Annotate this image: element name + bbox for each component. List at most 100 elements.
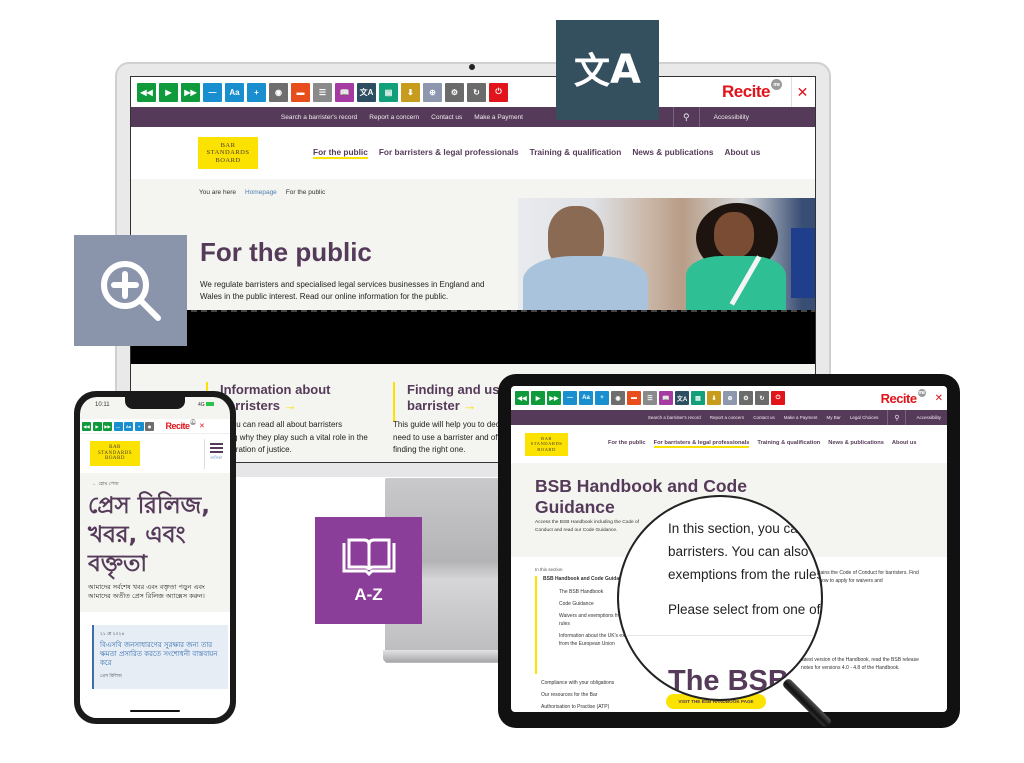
utility-link[interactable]: Report a concern xyxy=(369,114,419,121)
screen-mask-icon[interactable]: ☰ xyxy=(313,82,332,102)
recite-logo: Recite me xyxy=(165,419,196,431)
dictionary-icon[interactable]: 📖 xyxy=(335,82,354,102)
utility-link[interactable]: Contact us xyxy=(431,114,462,121)
woman-face xyxy=(714,212,754,258)
utility-link[interactable]: Search a barrister's record xyxy=(281,114,357,121)
nav-news[interactable]: News & publications xyxy=(828,440,884,448)
download-icon[interactable]: ⬇ xyxy=(707,391,721,405)
nav-for-barristers[interactable]: For barristers & legal professionals xyxy=(379,147,519,159)
reset-icon[interactable]: ↻ xyxy=(467,82,486,102)
download-icon[interactable]: ⬇ xyxy=(401,82,420,102)
breadcrumb: You are here Homepage For the public xyxy=(199,189,325,196)
phone-device: 10:11 4G ◀◀ ▶ ▶▶ — Aa + ◉ Recite me ✕ BAR STANDA… xyxy=(74,391,236,724)
nav-about[interactable]: About us xyxy=(724,147,760,159)
close-toolbar-button[interactable]: ✕ xyxy=(935,393,943,404)
font-icon[interactable]: Aa xyxy=(579,391,593,405)
settings-icon[interactable]: ⚙ xyxy=(445,82,464,102)
tablet-utility-bar: Search a barrister's record Report a con… xyxy=(511,410,947,425)
accessibility-link[interactable]: Accessibility xyxy=(714,114,749,121)
close-toolbar-button[interactable]: ✕ xyxy=(199,422,205,430)
phone-page-title: প্রেস রিলিজ, খবর, এবং বক্তৃতা xyxy=(88,493,210,577)
bsb-logo[interactable]: BAR STANDARDS BOARD xyxy=(198,137,258,169)
recite-toolbar: ◀◀ ▶ ▶▶ — Aa + ◉ ▬ ☰ 📖 文A ▤ ⬇ ⊕ ⚙ ↻ ⏻ Recite me ✕ xyxy=(131,77,815,107)
nav-for-the-public[interactable]: For the public xyxy=(313,147,368,159)
rewind-icon[interactable]: ◀◀ xyxy=(82,421,91,431)
rewind-icon[interactable]: ◀◀ xyxy=(515,391,529,405)
rewind-icon[interactable]: ◀◀ xyxy=(137,82,156,102)
font-icon[interactable]: Aa xyxy=(124,421,133,431)
utility-link[interactable]: My Bar xyxy=(827,415,841,420)
phone-header: BAR STANDARDS BOARD তালিকা xyxy=(80,433,230,473)
az-label: A-Z xyxy=(354,584,383,604)
breadcrumb-home[interactable]: Homepage xyxy=(245,189,277,196)
settings-icon[interactable]: ⚙ xyxy=(739,391,753,405)
nav-about[interactable]: About us xyxy=(892,440,917,448)
nav-for-the-public[interactable]: For the public xyxy=(608,440,646,448)
close-toolbar-button[interactable]: ✕ xyxy=(791,77,813,107)
utility-link[interactable]: Make a Payment xyxy=(784,415,818,420)
magnifier-icon[interactable]: ⊕ xyxy=(723,391,737,405)
tablet-header: BAR STANDARDS BOARD For the public For bar… xyxy=(511,425,947,463)
nav-training[interactable]: Training & qualification xyxy=(530,147,622,159)
back-link[interactable]: ← হোম পেজ xyxy=(92,481,119,489)
search-icon[interactable]: ⚲ xyxy=(887,410,907,425)
utility-link[interactable]: Search a barrister's record xyxy=(648,415,701,420)
reset-icon[interactable]: ↻ xyxy=(755,391,769,405)
section-nav-item[interactable]: Authorisation to Practise (ATP) xyxy=(541,701,614,712)
nav-training[interactable]: Training & qualification xyxy=(757,440,820,448)
phone-notch xyxy=(125,397,185,409)
decrease-text-icon[interactable]: — xyxy=(113,421,123,431)
fast-forward-icon[interactable]: ▶▶ xyxy=(547,391,561,405)
play-icon[interactable]: ▶ xyxy=(159,82,178,102)
fast-forward-icon[interactable]: ▶▶ xyxy=(103,421,112,431)
translate-icon: 文A xyxy=(574,47,641,93)
accessibility-link[interactable]: Accessibility xyxy=(916,415,941,420)
recite-logo: Recite me xyxy=(722,79,782,102)
utility-link[interactable]: Make a Payment xyxy=(474,114,523,121)
phone-intro: আমাদের সর্বশেষ খবর এবং বক্তৃতা পড়ুন এবং… xyxy=(88,583,205,601)
decrease-text-icon[interactable]: — xyxy=(563,391,577,405)
in-this-section-label: In this section xyxy=(535,567,563,572)
increase-text-icon[interactable]: + xyxy=(247,82,266,102)
menu-button[interactable]: তালিকা xyxy=(204,439,223,469)
utility-link[interactable]: Report a concern xyxy=(710,415,745,420)
page-title: For the public xyxy=(200,237,372,267)
screen-mask-icon[interactable]: ☰ xyxy=(643,391,657,405)
play-icon[interactable]: ▶ xyxy=(92,421,102,431)
text-mode-icon[interactable]: ▤ xyxy=(379,82,398,102)
screen-mask-overlay xyxy=(131,310,815,364)
increase-text-icon[interactable]: + xyxy=(134,421,144,431)
color-wheel-icon[interactable]: ◉ xyxy=(145,421,154,431)
search-icon[interactable]: ⚲ xyxy=(673,107,700,127)
magnified-text: In this section, you can barristers. You… xyxy=(668,521,823,617)
font-icon[interactable]: Aa xyxy=(225,82,244,102)
news-card[interactable]: ২১ মে ২০২৪ বিএসবি জনসাধারণের সুরক্ষার জন… xyxy=(92,625,228,689)
section-nav-item[interactable]: Our resources for the Bar xyxy=(541,689,614,701)
ruler-icon[interactable]: ▬ xyxy=(627,391,641,405)
translate-icon[interactable]: 文A xyxy=(675,391,689,405)
section-nav-item[interactable]: Compliance with your obligations xyxy=(541,677,614,689)
exit-icon[interactable]: ⏻ xyxy=(489,82,508,102)
utility-bar: Search a barrister's record Report a con… xyxy=(131,107,815,127)
exit-icon[interactable]: ⏻ xyxy=(771,391,785,405)
laptop-screen xyxy=(791,228,815,298)
nav-for-barristers[interactable]: For barristers & legal professionals xyxy=(653,440,750,448)
utility-link[interactable]: Contact us xyxy=(753,415,775,420)
nav-news[interactable]: News & publications xyxy=(632,147,713,159)
bsb-logo[interactable]: BAR STANDARDS BOARD xyxy=(525,432,568,456)
translate-icon[interactable]: 文A xyxy=(357,82,376,102)
increase-text-icon[interactable]: + xyxy=(595,391,609,405)
decrease-text-icon[interactable]: — xyxy=(203,82,222,102)
color-wheel-icon[interactable]: ◉ xyxy=(269,82,288,102)
utility-link[interactable]: Legal Choices xyxy=(850,415,879,420)
magnifier-icon[interactable]: ⊕ xyxy=(423,82,442,102)
fast-forward-icon[interactable]: ▶▶ xyxy=(181,82,200,102)
open-book-icon xyxy=(342,538,395,576)
dictionary-icon[interactable]: 📖 xyxy=(659,391,673,405)
text-mode-icon[interactable]: ▤ xyxy=(691,391,705,405)
ruler-icon[interactable]: ▬ xyxy=(291,82,310,102)
color-wheel-icon[interactable]: ◉ xyxy=(611,391,625,405)
bsb-logo[interactable]: BAR STANDARDS BOARD xyxy=(90,441,140,466)
play-icon[interactable]: ▶ xyxy=(531,391,545,405)
page-intro: We regulate barristers and specialised l… xyxy=(200,280,485,302)
